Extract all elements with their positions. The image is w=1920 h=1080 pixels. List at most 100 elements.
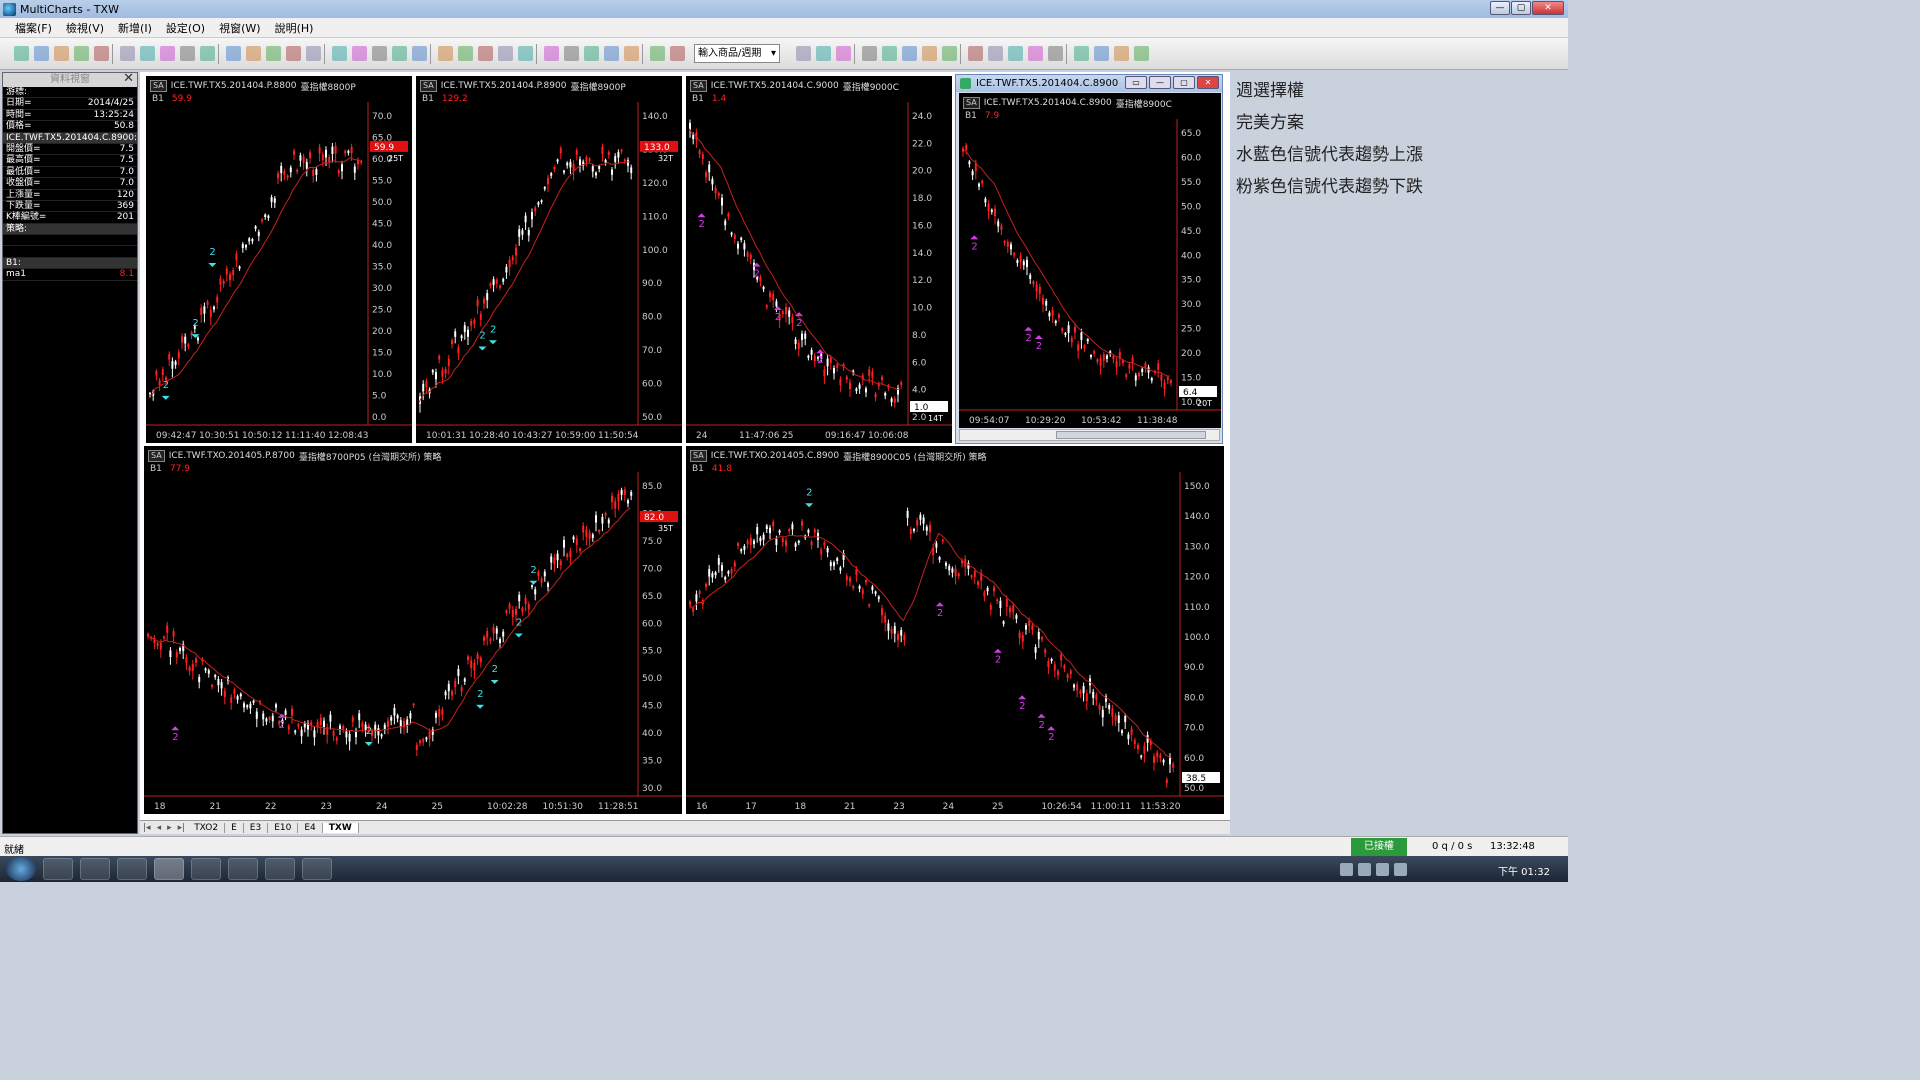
toolbar-tool-icon[interactable] (94, 46, 109, 61)
toolbar-tool-icon[interactable] (498, 46, 513, 61)
toolbar-tool-icon[interactable] (518, 46, 533, 61)
tray-help-icon[interactable] (1358, 862, 1371, 876)
toolbar-tool-icon[interactable] (796, 46, 811, 61)
chart-sa-button[interactable]: SA (148, 450, 165, 462)
floating-window-titlebar[interactable]: ICE.TWF.TX5.201404.C.8900 ▭ — ▢ ✕ (956, 75, 1222, 92)
toolbar-tool-icon[interactable] (1028, 46, 1043, 61)
toolbar-tool-icon[interactable] (392, 46, 407, 61)
toolbar-tool-icon[interactable] (902, 46, 917, 61)
toolbar-tool-icon[interactable] (1114, 46, 1129, 61)
tab-next-icon[interactable]: ▸ (167, 823, 172, 833)
toolbar-tool-icon[interactable] (34, 46, 49, 61)
price-chart[interactable]: 24.0 22.0 20.0 18.0 16.0 14.0 12.0 10.0 8.0 6.0 4.… (686, 76, 952, 443)
menu-item[interactable]: 檢視(V) (66, 20, 104, 36)
toolbar-tool-icon[interactable] (54, 46, 69, 61)
tab-prev-icon[interactable]: ◂ (157, 823, 162, 833)
toolbar-tool-icon[interactable] (412, 46, 427, 61)
toolbar-tool-icon[interactable] (670, 46, 685, 61)
tray-keyboard-icon[interactable] (1340, 862, 1353, 876)
toolbar-tool-icon[interactable] (1094, 46, 1109, 61)
toolbar-tool-icon[interactable] (352, 46, 367, 61)
tab-last-icon[interactable]: ▸| (178, 823, 186, 833)
toolbar-tool-icon[interactable] (140, 46, 155, 61)
sheet-tab[interactable]: E10 (268, 822, 299, 833)
toolbar-tool-icon[interactable] (266, 46, 281, 61)
chart-canvas[interactable]: 65.0 60.0 55.0 50.0 45.0 40.0 35.0 30.0 25.0 20.0… (959, 93, 1221, 428)
chart-canvas[interactable]: 24.022.020.018.016.014.012.010.08.06.04.… (686, 76, 952, 443)
tab-first-icon[interactable]: |◂ (143, 823, 151, 833)
chart-sa-button[interactable]: SA (690, 80, 707, 92)
chart-sa-button[interactable]: SA (963, 97, 980, 109)
floating-maximize-button[interactable]: ▢ (1173, 76, 1195, 89)
price-chart[interactable]: 85.080.075.070.065.060.055.050.045.040.0… (144, 446, 682, 814)
start-button[interactable] (6, 857, 36, 881)
sheet-tab[interactable]: TXW (322, 822, 359, 833)
menu-item[interactable]: 新增(I) (118, 20, 152, 36)
sheet-tab[interactable]: E (225, 822, 244, 833)
taskbar-app-firefox[interactable] (117, 858, 147, 880)
toolbar-tool-icon[interactable] (624, 46, 639, 61)
connection-status-badge[interactable]: 已接權 (1351, 838, 1407, 856)
toolbar-tool-icon[interactable] (1074, 46, 1089, 61)
toolbar-tool-icon[interactable] (942, 46, 957, 61)
toolbar-tool-icon[interactable] (1134, 46, 1149, 61)
taskbar-app-4[interactable] (265, 858, 295, 880)
chart-canvas[interactable]: 140.0130.0120.0110.0100.090.080.070.060.… (416, 76, 682, 443)
toolbar-tool-icon[interactable] (286, 46, 301, 61)
floating-restore-button[interactable]: ▭ (1125, 76, 1147, 89)
price-chart[interactable]: 65.0 60.0 55.0 50.0 45.0 40.0 35.0 30.0 25.0 20.0… (959, 93, 1221, 428)
maximize-button[interactable]: ▢ (1511, 1, 1531, 15)
tray-network-icon[interactable] (1376, 862, 1389, 876)
toolbar-tool-icon[interactable] (372, 46, 387, 61)
toolbar-tool-icon[interactable] (200, 46, 215, 61)
scrollbar-thumb[interactable] (1056, 431, 1206, 439)
sheet-tab[interactable]: E4 (298, 822, 323, 833)
toolbar-tool-icon[interactable] (584, 46, 599, 61)
toolbar-tool-icon[interactable] (74, 46, 89, 61)
chart-sa-button[interactable]: SA (690, 450, 707, 462)
toolbar-tool-icon[interactable] (988, 46, 1003, 61)
menu-item[interactable]: 視窗(W) (219, 20, 260, 36)
chart-sa-button[interactable]: SA (150, 80, 167, 92)
taskbar-app-2[interactable] (191, 858, 221, 880)
toolbar-tool-icon[interactable] (564, 46, 579, 61)
menu-item[interactable]: 檔案(F) (15, 20, 52, 36)
toolbar-tool-icon[interactable] (438, 46, 453, 61)
floating-chart-window[interactable]: ICE.TWF.TX5.201404.C.8900 ▭ — ▢ ✕ 65.0 60… (955, 74, 1223, 444)
toolbar-tool-icon[interactable] (1048, 46, 1063, 61)
toolbar-tool-icon[interactable] (836, 46, 851, 61)
tray-volume-icon[interactable] (1394, 862, 1407, 876)
toolbar-tool-icon[interactable] (14, 46, 29, 61)
toolbar-tool-icon[interactable] (120, 46, 135, 61)
chart-canvas[interactable]: 150.0 140.0 130.0 120.0 110.0 100.0 90.0 80.0 70… (686, 446, 1224, 814)
toolbar-tool-icon[interactable] (862, 46, 877, 61)
chart-sa-button[interactable]: SA (420, 80, 437, 92)
taskbar-app-5[interactable] (302, 858, 332, 880)
close-button[interactable]: ✕ (1532, 1, 1564, 15)
toolbar-tool-icon[interactable] (650, 46, 665, 61)
toolbar-tool-icon[interactable] (306, 46, 321, 61)
chart-canvas[interactable]: 85.080.075.070.065.060.055.050.045.040.0… (144, 446, 682, 814)
toolbar-tool-icon[interactable] (922, 46, 937, 61)
taskbar-app-3[interactable] (228, 858, 258, 880)
taskbar-app-multicharts[interactable] (154, 858, 184, 880)
taskbar-app-explorer[interactable] (43, 858, 73, 880)
price-chart[interactable]: 140.0130.0120.0110.0100.090.080.070.060.… (416, 76, 682, 443)
price-chart[interactable]: 70.0 65.0 60.0 55.0 50.0 45.0 40.0 35.0 30.0 25.0… (146, 76, 412, 443)
price-chart[interactable]: 150.0 140.0 130.0 120.0 110.0 100.0 90.0 80.0 70… (686, 446, 1224, 814)
toolbar-tool-icon[interactable] (226, 46, 241, 61)
toolbar-tool-icon[interactable] (882, 46, 897, 61)
sheet-tab[interactable]: TXO2 (188, 822, 226, 833)
toolbar-tool-icon[interactable] (332, 46, 347, 61)
toolbar-tool-icon[interactable] (246, 46, 261, 61)
toolbar-tool-icon[interactable] (604, 46, 619, 61)
chart-canvas[interactable]: 70.065.060.055.050.045.040.035.030.025.0… (146, 76, 412, 443)
floating-horizontal-scrollbar[interactable] (959, 429, 1220, 441)
taskbar-app-chrome[interactable] (80, 858, 110, 880)
toolbar-tool-icon[interactable] (968, 46, 983, 61)
menu-item[interactable]: 說明(H) (275, 20, 314, 36)
toolbar-tool-icon[interactable] (478, 46, 493, 61)
data-window-close-icon[interactable]: ✕ (123, 72, 134, 86)
toolbar-tool-icon[interactable] (816, 46, 831, 61)
toolbar-tool-icon[interactable] (160, 46, 175, 61)
